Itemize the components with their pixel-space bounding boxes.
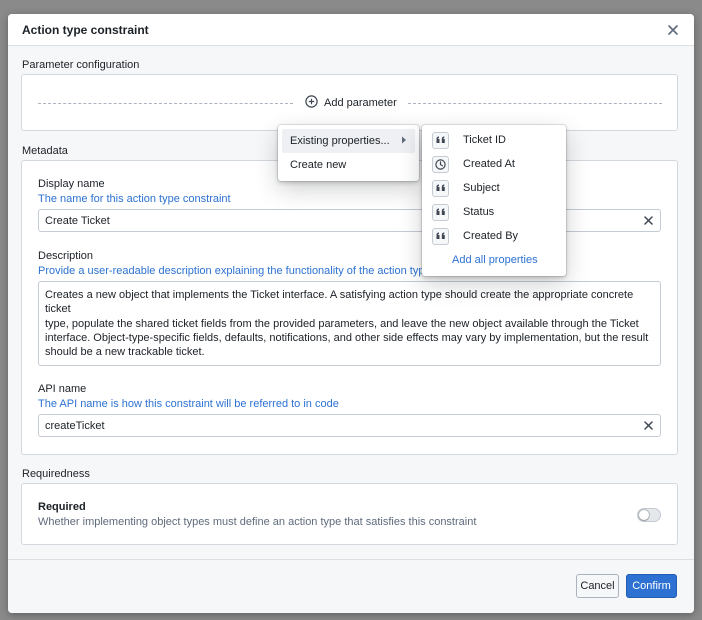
quote-icon bbox=[432, 131, 449, 149]
api-name-help: The API name is how this constraint will… bbox=[38, 398, 339, 410]
menu-item-label: Create new bbox=[290, 159, 347, 171]
display-name-label: Display name bbox=[38, 178, 105, 190]
metadata-label: Metadata bbox=[22, 145, 68, 157]
close-icon[interactable] bbox=[666, 23, 680, 37]
quote-icon bbox=[432, 179, 449, 197]
property-label: Created By bbox=[463, 230, 519, 242]
property-item-status[interactable]: Status bbox=[422, 200, 566, 224]
clock-icon bbox=[432, 155, 449, 173]
dialog-footer: Cancel Confirm bbox=[8, 559, 694, 613]
property-item-ticket-id[interactable]: Ticket ID bbox=[422, 128, 566, 152]
required-toggle[interactable] bbox=[637, 508, 661, 522]
property-item-subject[interactable]: Subject bbox=[422, 176, 566, 200]
add-parameter-button[interactable]: Add parameter bbox=[305, 95, 397, 111]
property-label: Status bbox=[463, 206, 495, 218]
metadata-card: Display name The name for this action ty… bbox=[21, 160, 678, 455]
api-name-value: createTicket bbox=[45, 419, 105, 432]
description-line: Creates a new object that implements the… bbox=[45, 289, 634, 316]
clear-icon[interactable] bbox=[642, 215, 654, 227]
divider bbox=[408, 103, 662, 104]
menu-item-label: Existing properties... bbox=[290, 135, 390, 147]
description-textarea[interactable]: Creates a new object that implements the… bbox=[38, 281, 661, 366]
description-line: interface. Object-type-specific fields, … bbox=[45, 331, 649, 344]
display-name-field[interactable]: Create Ticket bbox=[38, 209, 661, 232]
parameter-configuration-card: Add parameter bbox=[21, 74, 678, 131]
description-line: type, populate the shared ticket fields … bbox=[45, 317, 639, 330]
action-type-constraint-dialog: Action type constraint Parameter configu… bbox=[8, 14, 694, 613]
property-label: Created At bbox=[463, 158, 515, 170]
property-item-created-at[interactable]: Created At bbox=[422, 152, 566, 176]
clear-icon[interactable] bbox=[642, 420, 654, 432]
cancel-button[interactable]: Cancel bbox=[576, 574, 619, 598]
property-item-created-by[interactable]: Created By bbox=[422, 224, 566, 248]
toggle-knob bbox=[639, 510, 649, 520]
caret-right-icon bbox=[401, 135, 407, 147]
requiredness-label: Requiredness bbox=[22, 468, 90, 480]
quote-icon bbox=[432, 203, 449, 221]
display-name-help: The name for this action type constraint bbox=[38, 193, 231, 205]
property-label: Ticket ID bbox=[463, 134, 506, 146]
description-help: Provide a user-readable description expl… bbox=[38, 265, 431, 277]
add-parameter-label: Add parameter bbox=[324, 97, 397, 109]
menu-item-existing-properties[interactable]: Existing properties... bbox=[282, 129, 415, 153]
description-label: Description bbox=[38, 250, 94, 262]
add-circle-icon bbox=[305, 95, 318, 111]
add-all-properties-link[interactable]: Add all properties bbox=[422, 248, 566, 272]
api-name-label: API name bbox=[38, 383, 87, 395]
api-name-field[interactable]: createTicket bbox=[38, 414, 661, 437]
parameter-configuration-label: Parameter configuration bbox=[22, 59, 140, 71]
required-title: Required bbox=[38, 501, 86, 513]
menu-item-create-new[interactable]: Create new bbox=[282, 153, 415, 177]
required-help: Whether implementing object types must d… bbox=[38, 516, 477, 528]
description-line: should be a new trackable ticket. bbox=[45, 346, 205, 359]
quote-icon bbox=[432, 227, 449, 245]
requiredness-card: Required Whether implementing object typ… bbox=[21, 483, 678, 545]
divider bbox=[38, 103, 293, 104]
property-label: Subject bbox=[463, 182, 500, 194]
dialog-header: Action type constraint bbox=[8, 14, 694, 46]
dialog-title: Action type constraint bbox=[22, 22, 149, 37]
add-parameter-menu: Existing properties... Create new bbox=[278, 125, 419, 181]
existing-properties-submenu: Ticket ID Created At Subject Status Crea… bbox=[422, 125, 566, 276]
confirm-button[interactable]: Confirm bbox=[626, 574, 677, 598]
